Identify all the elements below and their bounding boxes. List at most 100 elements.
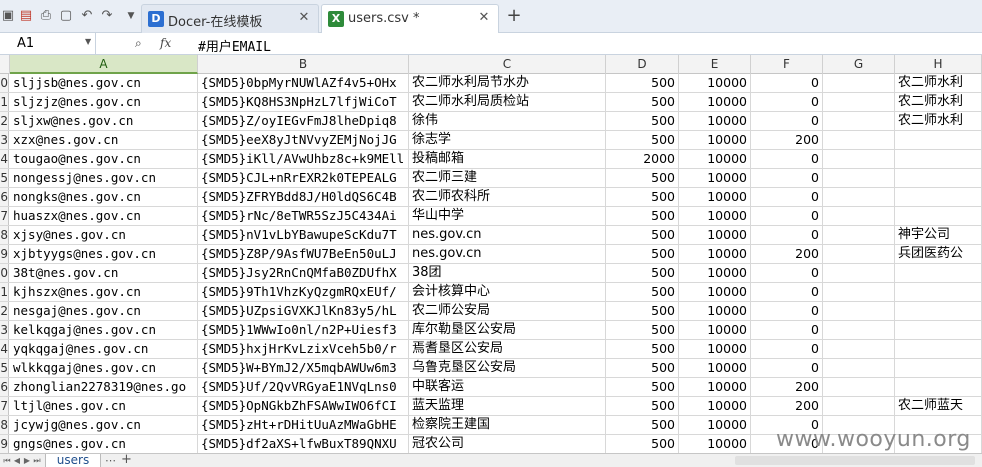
cell-d[interactable]: 500 xyxy=(606,245,679,263)
cell-e[interactable]: 10000 xyxy=(679,378,751,396)
cell-f[interactable]: 0 xyxy=(751,226,823,244)
cell-d[interactable]: 500 xyxy=(606,397,679,415)
cell-f[interactable]: 0 xyxy=(751,188,823,206)
cell-e[interactable]: 10000 xyxy=(679,131,751,149)
cell-f[interactable]: 200 xyxy=(751,245,823,263)
cell-g[interactable] xyxy=(823,131,895,149)
quick-access-dropdown-icon[interactable]: ▼ xyxy=(123,8,139,24)
column-header-f[interactable]: F xyxy=(751,55,823,74)
cell-c[interactable]: 华山中学 xyxy=(409,207,606,225)
cell-e[interactable]: 10000 xyxy=(679,169,751,187)
cell-d[interactable]: 500 xyxy=(606,283,679,301)
cell-c[interactable]: 38团 xyxy=(409,264,606,282)
cell-g[interactable] xyxy=(823,397,895,415)
cell-c[interactable]: 中联客运 xyxy=(409,378,606,396)
cell-a[interactable]: tougao@nes.gov.cn xyxy=(10,150,198,168)
cell-a[interactable]: nesgaj@nes.gov.cn xyxy=(10,302,198,320)
function-icon[interactable]: fx xyxy=(160,35,171,52)
cell-g[interactable] xyxy=(823,359,895,377)
cell-e[interactable]: 10000 xyxy=(679,245,751,263)
cell-a[interactable]: zhonglian2278319@nes.go xyxy=(10,378,198,396)
cell-h[interactable]: 农二师水利 xyxy=(895,112,982,130)
cell-a[interactable]: xjbtyygs@nes.gov.cn xyxy=(10,245,198,263)
cell-a[interactable]: sljjsb@nes.gov.cn xyxy=(10,74,198,92)
cell-e[interactable]: 10000 xyxy=(679,188,751,206)
row-header[interactable]: 3 xyxy=(0,321,9,339)
cell-g[interactable] xyxy=(823,302,895,320)
tab-users-csv[interactable]: X users.csv * ✕ xyxy=(321,4,499,33)
cell-g[interactable] xyxy=(823,264,895,282)
cell-e[interactable]: 10000 xyxy=(679,416,751,434)
cell-h[interactable] xyxy=(895,302,982,320)
cell-f[interactable]: 0 xyxy=(751,321,823,339)
cell-b[interactable]: {SMD5}iKll/AVwUhbz8c+k9MEll xyxy=(198,150,409,168)
row-header[interactable]: 1 xyxy=(0,93,9,111)
cell-d[interactable]: 500 xyxy=(606,435,679,453)
print-icon[interactable]: ⎙ xyxy=(38,8,54,24)
cell-h[interactable]: 农二师蓝天 xyxy=(895,397,982,415)
cell-d[interactable]: 500 xyxy=(606,340,679,358)
cell-e[interactable]: 10000 xyxy=(679,150,751,168)
last-sheet-icon[interactable]: ⏭ xyxy=(32,455,42,467)
cell-c[interactable]: 冠农公司 xyxy=(409,435,606,453)
cell-c[interactable]: 会计核算中心 xyxy=(409,283,606,301)
cell-g[interactable] xyxy=(823,74,895,92)
cell-d[interactable]: 500 xyxy=(606,264,679,282)
cell-b[interactable]: {SMD5}df2aXS+lfwBuxT89QNXU xyxy=(198,435,409,453)
cell-f[interactable]: 0 xyxy=(751,283,823,301)
spreadsheet-grid[interactable]: ABCDEFGH 0 sljjsb@nes.gov.cn {SMD5}0bpMyrN… xyxy=(0,55,982,453)
cell-d[interactable]: 500 xyxy=(606,93,679,111)
cell-f[interactable]: 0 xyxy=(751,264,823,282)
new-tab-icon[interactable]: + xyxy=(505,7,523,25)
zoom-icon[interactable]: ⌕ xyxy=(135,35,142,52)
cell-b[interactable]: {SMD5}nV1vLbYBawupeScKdu7T xyxy=(198,226,409,244)
cell-e[interactable]: 10000 xyxy=(679,340,751,358)
cell-b[interactable]: {SMD5}UZpsiGVXKJlKn83y5/hL xyxy=(198,302,409,320)
cell-a[interactable]: nongessj@nes.gov.cn xyxy=(10,169,198,187)
cell-d[interactable]: 500 xyxy=(606,226,679,244)
cell-d[interactable]: 500 xyxy=(606,416,679,434)
cell-c[interactable]: 徐志学 xyxy=(409,131,606,149)
cell-f[interactable]: 0 xyxy=(751,359,823,377)
row-header[interactable]: 3 xyxy=(0,131,9,149)
more-icon[interactable]: ⋯ xyxy=(105,454,116,467)
cell-c[interactable]: 蓝天监理 xyxy=(409,397,606,415)
row-header[interactable]: 2 xyxy=(0,302,9,320)
cell-a[interactable]: sljzjz@nes.gov.cn xyxy=(10,93,198,111)
cell-c[interactable]: 焉耆垦区公安局 xyxy=(409,340,606,358)
cell-h[interactable]: 农二师水利 xyxy=(895,93,982,111)
undo-icon[interactable]: ↶ xyxy=(79,8,95,24)
row-header[interactable]: 8 xyxy=(0,226,9,244)
row-header[interactable]: 7 xyxy=(0,397,9,415)
cell-a[interactable]: jcywjg@nes.gov.cn xyxy=(10,416,198,434)
row-header[interactable]: 1 xyxy=(0,283,9,301)
cell-e[interactable]: 10000 xyxy=(679,283,751,301)
cell-b[interactable]: {SMD5}0bpMyrNUWlAZf4v5+OHx xyxy=(198,74,409,92)
name-box[interactable]: A1 ▼ xyxy=(0,33,96,54)
row-header[interactable]: 9 xyxy=(0,245,9,263)
cell-h[interactable] xyxy=(895,188,982,206)
cell-h[interactable] xyxy=(895,207,982,225)
sheet-tab-users[interactable]: users xyxy=(45,454,101,467)
cell-d[interactable]: 500 xyxy=(606,207,679,225)
cell-e[interactable]: 10000 xyxy=(679,93,751,111)
cell-g[interactable] xyxy=(823,112,895,130)
cell-f[interactable]: 0 xyxy=(751,169,823,187)
cell-b[interactable]: {SMD5}KQ8HS3NpHzL7lfjWiCoT xyxy=(198,93,409,111)
cell-g[interactable] xyxy=(823,321,895,339)
cell-h[interactable] xyxy=(895,378,982,396)
cell-a[interactable]: 38t@nes.gov.cn xyxy=(10,264,198,282)
cell-b[interactable]: {SMD5}ZFRYBdd8J/H0ldQS6C4B xyxy=(198,188,409,206)
row-header[interactable]: 7 xyxy=(0,207,9,225)
cell-g[interactable] xyxy=(823,150,895,168)
formula-input[interactable]: #用户EMAIL xyxy=(198,36,271,55)
cell-e[interactable]: 10000 xyxy=(679,321,751,339)
cell-a[interactable]: ltjl@nes.gov.cn xyxy=(10,397,198,415)
cell-h[interactable]: 神宇公司 xyxy=(895,226,982,244)
column-header-h[interactable]: H xyxy=(895,55,982,74)
select-all-corner[interactable] xyxy=(0,55,10,74)
column-header-b[interactable]: B xyxy=(198,55,409,74)
cell-e[interactable]: 10000 xyxy=(679,112,751,130)
save-icon[interactable]: ▣ xyxy=(0,8,16,24)
cell-c[interactable]: nes.gov.cn xyxy=(409,245,606,263)
